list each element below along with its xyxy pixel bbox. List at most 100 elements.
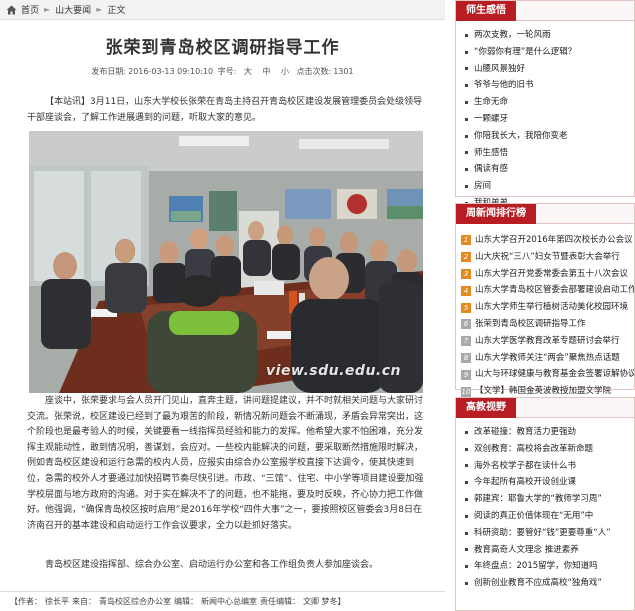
ranking-item[interactable]: 7 山东大学医学教育改革专题研讨会举行 — [456, 333, 634, 350]
list-item[interactable]: 偶读有感 — [456, 161, 634, 178]
list-item[interactable]: 你陪我长大，我陪你变老 — [456, 128, 634, 145]
bullet-icon — [465, 447, 468, 451]
bullet-icon — [465, 514, 468, 518]
ranking-item-link[interactable]: 山东大学青岛校区管委会部署建设启动工作 — [475, 282, 634, 299]
home-icon[interactable] — [6, 5, 17, 15]
list-item-link[interactable]: 双创教育：高校将会改革新命题 — [474, 441, 593, 458]
list-item[interactable]: 郭建宾：耶鲁大学的“教师学习周” — [456, 491, 634, 508]
list-item[interactable]: 教育高奇人文理念 推进素养 — [456, 542, 634, 559]
list-item-link[interactable]: 生命无命 — [474, 94, 508, 111]
ranking-item[interactable]: 8 山东大学教师关注“两会”聚焦热点话题 — [456, 350, 634, 367]
list-item-link[interactable]: 师生感悟 — [474, 145, 508, 162]
rank-number: 7 — [461, 336, 471, 347]
reflections-list: 两次支教，一轮风雨 “你弱你有理”是什么逻辑？ 山腰风景独好 爷爷与他的旧书 生… — [456, 21, 634, 212]
date-label: 发布日期: — [91, 67, 127, 76]
higher-ed-list: 改革碰撞：教育活力更强劲 双创教育：高校将会改革新命题 海外名校学子都在读什么书… — [456, 418, 634, 592]
list-item[interactable]: 科研资助：要管好“钱”更要尊重“人” — [456, 525, 634, 542]
bullet-icon — [465, 67, 468, 71]
ranking-item-link[interactable]: 山大与环球健康与教育基金会签署谅解协议 — [475, 366, 634, 383]
rank-number: 3 — [461, 268, 471, 279]
list-item-link[interactable]: 你陪我长大，我陪你变老 — [474, 128, 568, 145]
list-item-link[interactable]: 改革碰撞：教育活力更强劲 — [474, 424, 576, 441]
list-item-link[interactable]: 房间 — [474, 178, 491, 195]
bullet-icon — [465, 531, 468, 535]
bullet-icon — [465, 84, 468, 88]
chevron-right-icon: ► — [96, 5, 103, 14]
ranking-item-link[interactable]: 张荣到青岛校区调研指导工作 — [475, 316, 586, 333]
list-item-link[interactable]: 两次支教，一轮风雨 — [474, 27, 551, 44]
chevron-right-icon: ► — [44, 5, 51, 14]
list-item-link[interactable]: 年终盘点：2015留学，你知道吗 — [474, 558, 598, 575]
ranking-item-link[interactable]: 山东大学师生举行植树活动美化校园环境 — [475, 299, 628, 316]
font-small-button[interactable]: 小 — [281, 67, 289, 76]
list-item-link[interactable]: 教育高奇人文理念 推进素养 — [474, 542, 579, 559]
list-item-link[interactable]: 海外名校学子都在读什么书 — [474, 458, 576, 475]
ranking-item-link[interactable]: 山大庆祝“三八”妇女节暨表彰大会举行 — [475, 249, 620, 266]
list-item-link[interactable]: 一颗螺牙 — [474, 111, 508, 128]
box-header: 师生感悟 — [456, 1, 634, 21]
ranking-item-link[interactable]: 山东大学医学教育改革专题研讨会举行 — [475, 333, 620, 350]
ranking-item-link[interactable]: 山东大学召开党委常委会第五十八次会议 — [475, 266, 628, 283]
ranking-item[interactable]: 1 山东大学召开2016年第四次校长办公会议 — [456, 232, 634, 249]
bullet-icon — [465, 481, 468, 485]
hits-count: 1301 — [333, 67, 354, 76]
list-item[interactable]: 房间 — [456, 178, 634, 195]
list-item[interactable]: 生命无命 — [456, 94, 634, 111]
list-item[interactable]: 阅读的真正价值体现在“无用”中 — [456, 508, 634, 525]
list-item[interactable]: 改革碰撞：教育活力更强劲 — [456, 424, 634, 441]
list-item[interactable]: “你弱你有理”是什么逻辑？ — [456, 44, 634, 61]
breadcrumb-current: 正文 — [107, 6, 126, 16]
ranking-item[interactable]: 9 山大与环球健康与教育基金会签署谅解协议 — [456, 366, 634, 383]
duty-editor-label: 责任编辑： — [260, 597, 300, 606]
ranking-item[interactable]: 6 张荣到青岛校区调研指导工作 — [456, 316, 634, 333]
list-item[interactable]: 海外名校学子都在读什么书 — [456, 458, 634, 475]
list-item-link[interactable]: “你弱你有理”是什么逻辑？ — [474, 44, 576, 61]
list-item[interactable]: 一颗螺牙 — [456, 111, 634, 128]
source-label: 来自： — [72, 597, 96, 606]
list-item-link[interactable]: 创新创业教育不应成高校“独角戏” — [474, 575, 602, 592]
list-item[interactable]: 双创教育：高校将会改革新命题 — [456, 441, 634, 458]
rank-number: 1 — [461, 235, 471, 246]
bullet-icon — [465, 134, 468, 138]
higher-education-perspective-box: 高教视野 改革碰撞：教育活力更强劲 双创教育：高校将会改革新命题 海外名校学子都… — [455, 397, 635, 611]
breadcrumb-section[interactable]: 山大要闻 — [55, 3, 91, 16]
bullet-icon — [465, 33, 468, 37]
bullet-icon — [465, 565, 468, 569]
list-item[interactable]: 两次支教，一轮风雨 — [456, 27, 634, 44]
ranking-item-link[interactable]: 山东大学教师关注“两会”聚焦热点话题 — [475, 350, 620, 367]
list-item-link[interactable]: 山腰风景独好 — [474, 61, 525, 78]
list-item-link[interactable]: 阅读的真正价值体现在“无用”中 — [474, 508, 593, 525]
list-item[interactable]: 师生感悟 — [456, 145, 634, 162]
list-item-link[interactable]: 郭建宾：耶鲁大学的“教师学习周” — [474, 491, 602, 508]
bullet-icon — [465, 101, 468, 105]
ranking-item[interactable]: 3 山东大学召开党委常委会第五十八次会议 — [456, 266, 634, 283]
article-lead: 【本站讯】3月11日，山东大学校长张荣在青岛主持召开青岛校区建设发展管理委员会处… — [27, 97, 423, 123]
ranking-item[interactable]: 4 山东大学青岛校区管委会部署建设启动工作 — [456, 282, 634, 299]
font-medium-button[interactable]: 中 — [262, 67, 270, 76]
article-body-paragraph: 座谈中，张荣要求与会人员开门见山，直奔主题，讲问题提建议，并不时就相关问题与大家… — [27, 396, 424, 531]
list-item-link[interactable]: 偶读有感 — [474, 161, 508, 178]
bullet-icon — [465, 582, 468, 586]
ranking-item[interactable]: 5 山东大学师生举行植树活动美化校园环境 — [456, 299, 634, 316]
ranking-item[interactable]: 2 山大庆祝“三八”妇女节暨表彰大会举行 — [456, 249, 634, 266]
bullet-icon — [465, 464, 468, 468]
duty-editor-name: 文卿 梦冬】 — [303, 597, 346, 606]
font-size-label: 字号: — [217, 67, 237, 76]
breadcrumb-home[interactable]: 首页 — [21, 3, 39, 16]
list-item-link[interactable]: 爷爷与他的旧书 — [474, 77, 534, 94]
list-item[interactable]: 爷爷与他的旧书 — [456, 77, 634, 94]
list-item[interactable]: 山腰风景独好 — [456, 61, 634, 78]
box-header: 高教视野 — [456, 398, 634, 418]
meeting-photo: view.sdu.edu.cn — [29, 131, 423, 393]
font-large-button[interactable]: 大 — [244, 67, 252, 76]
bullet-icon — [465, 168, 468, 172]
list-item-link[interactable]: 今年起所有高校开设创业课 — [474, 474, 576, 491]
rank-number: 4 — [461, 285, 471, 296]
photo-watermark: view.sdu.edu.cn — [266, 363, 401, 379]
ranking-item-link[interactable]: 山东大学召开2016年第四次校长办公会议 — [475, 232, 633, 249]
list-item-link[interactable]: 科研资助：要管好“钱”更要尊重“人” — [474, 525, 611, 542]
box-title: 高教视野 — [456, 398, 516, 418]
list-item[interactable]: 年终盘点：2015留学，你知道吗 — [456, 558, 634, 575]
list-item[interactable]: 今年起所有高校开设创业课 — [456, 474, 634, 491]
list-item[interactable]: 创新创业教育不应成高校“独角戏” — [456, 575, 634, 592]
